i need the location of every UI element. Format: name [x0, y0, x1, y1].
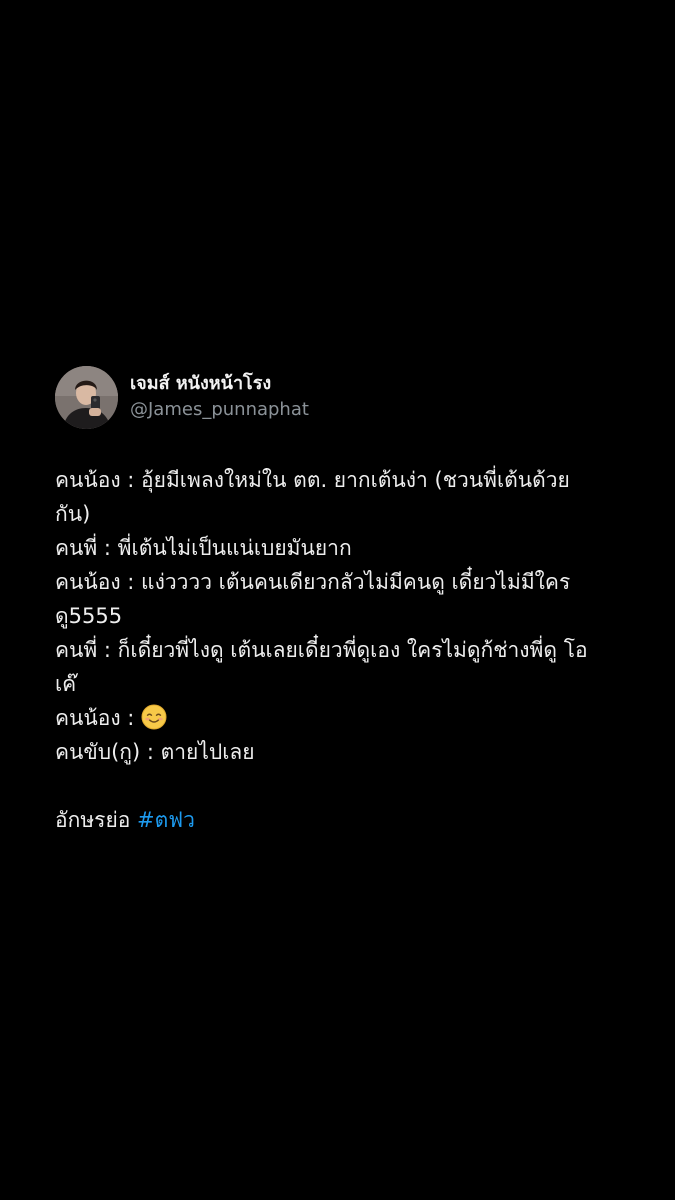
tweet-card: เจมส์ หนังหน้าโรง @James_punnaphat คนน้อ…: [55, 365, 635, 837]
hashtag-link[interactable]: #ตฟว: [137, 808, 195, 832]
tweet-footer: อักษรย่อ #ตฟว: [55, 803, 635, 837]
display-name[interactable]: เจมส์ หนังหน้าโรง: [130, 372, 309, 396]
tweet-line: คนขับ(กู) : ตายไปเลย: [55, 740, 255, 764]
tweet-line: เค๊: [55, 672, 77, 696]
user-names: เจมส์ หนังหน้าโรง @James_punnaphat: [130, 372, 309, 422]
tweet-line: ดู5555: [55, 604, 123, 628]
tweet-header: เจมส์ หนังหน้าโรง @James_punnaphat: [55, 365, 635, 429]
tweet-line: คนน้อง : แง่วววว เต้นคนเดียวกลัวไม่มีคนด…: [55, 570, 571, 594]
footer-text: อักษรย่อ: [55, 808, 138, 832]
user-handle[interactable]: @James_punnaphat: [130, 398, 309, 422]
tweet-line: คนพี่ : ก็เดี๋ยวพี่ไงดู เต้นเลยเดี๋ยวพี่…: [55, 638, 588, 662]
tweet-line-label: คนน้อง :: [55, 706, 142, 730]
tweet-line: คนน้อง : อุ้ยมีเพลงใหม่ใน ตต. ยากเต้นง่า…: [55, 468, 570, 492]
avatar-photo-icon: [55, 365, 118, 429]
tweet-line: คนพี่ : พี่เต้นไม่เป็นแน่เบยมันยาก: [55, 536, 352, 560]
line-spacer: [55, 769, 635, 803]
tweet-line: กัน): [55, 502, 91, 526]
smiling-face-icon: [141, 704, 167, 730]
tweet-text: คนน้อง : อุ้ยมีเพลงใหม่ใน ตต. ยากเต้นง่า…: [55, 463, 635, 837]
avatar[interactable]: [55, 365, 118, 429]
tweet-line-emoji: คนน้อง :: [55, 701, 635, 735]
